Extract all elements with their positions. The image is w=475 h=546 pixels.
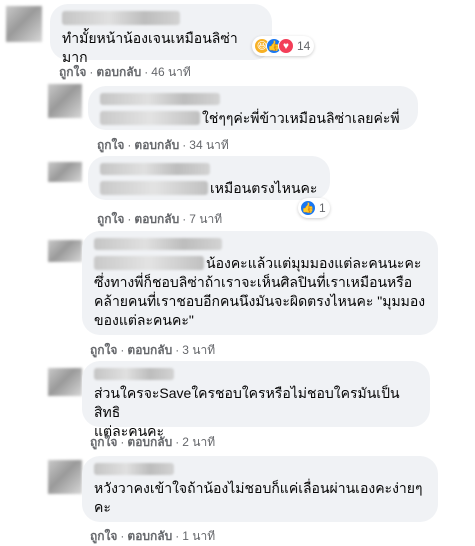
timestamp[interactable]: 3 นาที (182, 343, 215, 357)
commenter-name-redacted[interactable] (94, 463, 174, 475)
timestamp[interactable]: 7 นาที (189, 212, 222, 226)
reaction-summary[interactable]: 😆 👍 ♥ 14 (252, 36, 315, 56)
timestamp[interactable]: 34 นาที (189, 138, 229, 152)
comment-text: ทำมั้ยหน้าน้องเจนเหมือนลิซ่ามาก (62, 30, 238, 65)
reaction-summary[interactable]: 👍 1 (298, 198, 330, 218)
avatar[interactable] (6, 6, 42, 42)
reply-link[interactable]: ตอบกลับ (127, 435, 172, 449)
comment-actions: ถูกใจ · ตอบกลับ · 46 นาที (59, 65, 191, 79)
comment-actions: ถูกใจ · ตอบกลับ · 3 นาที (90, 343, 216, 357)
like-link[interactable]: ถูกใจ (59, 65, 86, 79)
like-link[interactable]: ถูกใจ (90, 529, 117, 543)
like-link[interactable]: ถูกใจ (97, 212, 124, 226)
comment-text: น้องคะแล้วแต่มุมมองแต่ละคนนะคะ ซึ่งทางพี… (94, 255, 426, 328)
comment-actions: ถูกใจ · ตอบกลับ · 7 นาที (97, 212, 223, 226)
avatar[interactable] (48, 240, 82, 262)
like-link[interactable]: ถูกใจ (90, 435, 117, 449)
commenter-name-redacted[interactable] (62, 11, 180, 25)
mention-redacted[interactable] (100, 181, 208, 195)
commenter-name-redacted[interactable] (100, 93, 220, 105)
timestamp[interactable]: 46 นาที (151, 65, 191, 79)
avatar[interactable] (48, 460, 82, 494)
mention-redacted[interactable] (94, 256, 204, 270)
comment-bubble: ทำมั้ยหน้าน้องเจนเหมือนลิซ่ามาก (50, 4, 272, 65)
commenter-name-redacted[interactable] (94, 368, 174, 380)
comment-bubble: ส่วนใครจะSaveใครชอบใครหรือไม่ชอบใครมันเป… (82, 361, 430, 439)
reply-link[interactable]: ตอบกลับ (96, 65, 141, 79)
avatar[interactable] (48, 368, 82, 396)
reaction-count: 1 (319, 201, 326, 215)
comment-actions: ถูกใจ · ตอบกลับ · 34 นาที (97, 138, 229, 152)
comment-text: เหมือนตรงไหนคะ (100, 180, 317, 196)
like-link[interactable]: ถูกใจ (97, 138, 124, 152)
comment-bubble: ใช่ๆๆค่ะพี่ข้าวเหมือนลิซ่าเลยค่ะพี่ (88, 86, 418, 130)
love-icon: ♥ (278, 38, 294, 54)
avatar[interactable] (48, 162, 82, 182)
reply-link[interactable]: ตอบกลับ (134, 138, 179, 152)
timestamp[interactable]: 1 นาที (182, 529, 215, 543)
commenter-name-redacted[interactable] (100, 163, 210, 175)
reaction-count: 14 (297, 39, 311, 53)
comment-bubble: หวังวาคงเข้าใจถ้าน้องไม่ชอบก็แค่เลื่อนผ่… (82, 456, 438, 522)
like-icon: 👍 (300, 200, 316, 216)
avatar[interactable] (48, 84, 82, 118)
comment-actions: ถูกใจ · ตอบกลับ · 1 นาที (90, 529, 216, 543)
reply-link[interactable]: ตอบกลับ (134, 212, 179, 226)
reply-link[interactable]: ตอบกลับ (127, 343, 172, 357)
reply-link[interactable]: ตอบกลับ (127, 529, 172, 543)
commenter-name-redacted[interactable] (94, 238, 222, 250)
comment-bubble: เหมือนตรงไหนคะ (88, 156, 330, 200)
mention-redacted[interactable] (100, 111, 200, 125)
timestamp[interactable]: 2 นาที (182, 435, 215, 449)
comment-actions: ถูกใจ · ตอบกลับ · 2 นาที (90, 435, 216, 449)
comment-text: ใช่ๆๆค่ะพี่ข้าวเหมือนลิซ่าเลยค่ะพี่ (100, 110, 400, 126)
comment-bubble: น้องคะแล้วแต่มุมมองแต่ละคนนะคะ ซึ่งทางพี… (82, 231, 438, 335)
like-link[interactable]: ถูกใจ (90, 343, 117, 357)
comment-text: หวังวาคงเข้าใจถ้าน้องไม่ชอบก็แค่เลื่อนผ่… (94, 480, 423, 515)
